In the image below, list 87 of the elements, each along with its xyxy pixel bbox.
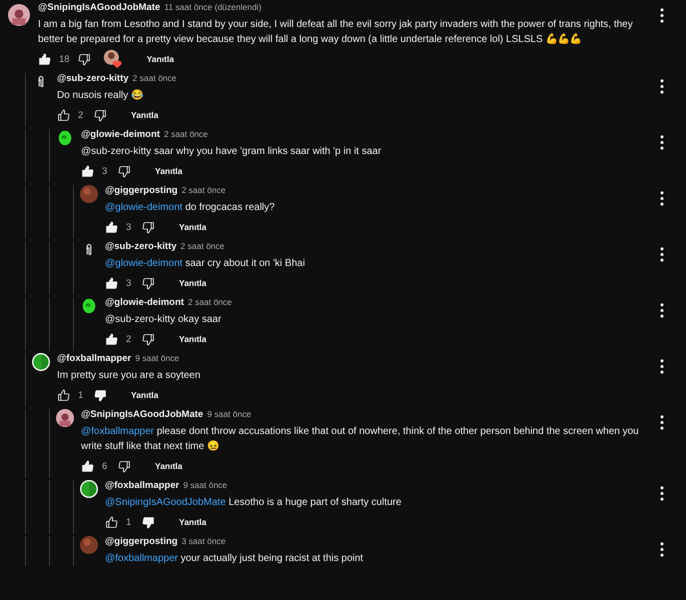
reply-button[interactable]: Yanıtla bbox=[169, 331, 216, 347]
more-menu-icon[interactable] bbox=[660, 247, 664, 262]
avatar[interactable] bbox=[56, 129, 74, 147]
like-icon[interactable] bbox=[105, 276, 118, 290]
more-menu-icon[interactable] bbox=[660, 359, 664, 374]
mention-link[interactable]: @glowie-deimont bbox=[105, 258, 182, 269]
reply-button[interactable]: Yanıtla bbox=[121, 387, 168, 403]
comment-text: Im pretty sure you are a soyteen bbox=[57, 369, 202, 383]
reply-button[interactable]: Yanıtla bbox=[169, 275, 216, 291]
comment-text: @glowie-deimont do frogcacas really? bbox=[105, 201, 276, 215]
dislike-icon[interactable] bbox=[142, 332, 155, 346]
comment-time[interactable]: 2 saat önce bbox=[188, 297, 232, 307]
like-icon[interactable] bbox=[105, 220, 118, 234]
username[interactable]: @glowie-deimont bbox=[105, 297, 184, 308]
like-count: 1 bbox=[78, 390, 84, 400]
reply-button[interactable]: Yanıtla bbox=[136, 51, 184, 67]
more-menu-icon[interactable] bbox=[660, 486, 664, 501]
more-menu-icon[interactable] bbox=[660, 303, 664, 318]
dislike-icon[interactable] bbox=[118, 460, 131, 472]
comment-time[interactable]: 2 saat önce bbox=[180, 241, 224, 251]
like-count: 18 bbox=[59, 54, 70, 64]
comment-text: @SnipingIsAGoodJobMate Lesotho is a huge part of sharty culture bbox=[105, 496, 402, 510]
more-menu-icon[interactable] bbox=[660, 191, 664, 206]
dislike-icon[interactable] bbox=[78, 52, 91, 66]
username[interactable]: @foxballmapper bbox=[105, 480, 180, 491]
avatar[interactable] bbox=[80, 480, 98, 498]
like-count: 6 bbox=[102, 460, 108, 472]
like-count: 3 bbox=[126, 278, 132, 288]
comment-text: I am a big fan from Lesotho and I stand by your side, I will defeat all the evil sorry jak party invaders with the power of trans rights, they better be prepared for a pretty view because they will fall a long way down (a little undertale reference lol) LSLSLS 💪💪💪 bbox=[38, 18, 634, 47]
username[interactable]: @SnipingIsAGoodJobMate bbox=[38, 2, 160, 13]
more-menu-icon[interactable] bbox=[660, 542, 664, 557]
avatar[interactable] bbox=[56, 409, 74, 427]
comment-time[interactable]: 2 saat önce bbox=[182, 185, 226, 195]
reply-button[interactable]: Yanıtla bbox=[145, 458, 192, 474]
username[interactable]: @SnipingIsAGoodJobMate bbox=[81, 409, 204, 420]
like-count: 1 bbox=[126, 516, 132, 528]
like-icon[interactable] bbox=[105, 516, 118, 528]
more-menu-icon[interactable] bbox=[660, 79, 664, 94]
like-icon[interactable] bbox=[81, 164, 94, 178]
mention-link[interactable]: @glowie-deimont bbox=[105, 202, 182, 213]
username[interactable]: @glowie-deimont bbox=[81, 129, 160, 140]
dislike-icon[interactable] bbox=[142, 516, 155, 528]
dislike-icon[interactable] bbox=[94, 108, 107, 122]
more-menu-icon[interactable] bbox=[660, 135, 664, 150]
comment-text: @sub-zero-kitty okay saar bbox=[105, 313, 222, 327]
reply-button[interactable]: Yanıtla bbox=[121, 107, 168, 123]
comment-text: @sub-zero-kitty saar why you have 'gram links saar with 'p in it saar bbox=[81, 145, 382, 159]
reply-button[interactable]: Yanıtla bbox=[145, 163, 192, 179]
comment-time[interactable]: 9 saat önce bbox=[207, 409, 252, 419]
mention-link[interactable]: @foxballmapper bbox=[105, 553, 178, 564]
comment-time[interactable]: 11 saat önce (düzenlendi) bbox=[164, 2, 262, 12]
comment-time[interactable]: 9 saat önce bbox=[135, 353, 180, 363]
like-icon[interactable] bbox=[38, 52, 51, 66]
username[interactable]: @sub-zero-kitty bbox=[105, 241, 177, 252]
like-icon[interactable] bbox=[57, 388, 70, 402]
username[interactable]: @giggerposting bbox=[105, 536, 178, 547]
avatar[interactable] bbox=[80, 297, 98, 315]
comment-text: @glowie-deimont saar cry about it on 'ki Bhai bbox=[105, 257, 306, 271]
comment-time[interactable]: 2 saat önce bbox=[132, 73, 176, 83]
username[interactable]: @sub-zero-kitty bbox=[57, 73, 129, 84]
username[interactable]: @giggerposting bbox=[105, 185, 178, 196]
like-count: 2 bbox=[126, 334, 132, 344]
like-count: 3 bbox=[126, 222, 132, 232]
more-menu-icon[interactable] bbox=[660, 8, 664, 23]
reply-button[interactable]: Yanıtla bbox=[169, 219, 216, 235]
like-count: 3 bbox=[102, 166, 108, 176]
like-icon[interactable] bbox=[81, 460, 94, 472]
comment-text: @foxballmapper your actually just being racist at this point bbox=[105, 552, 364, 566]
dislike-icon[interactable] bbox=[142, 220, 155, 234]
comment-time[interactable]: 9 saat önce bbox=[183, 480, 228, 490]
mention-link[interactable]: @foxballmapper bbox=[81, 426, 154, 437]
dislike-icon[interactable] bbox=[142, 276, 155, 290]
username[interactable]: @foxballmapper bbox=[57, 353, 132, 364]
like-count: 2 bbox=[78, 110, 84, 120]
like-icon[interactable] bbox=[57, 108, 70, 122]
dislike-icon[interactable] bbox=[94, 388, 107, 402]
avatar[interactable] bbox=[8, 4, 30, 26]
more-menu-icon[interactable] bbox=[660, 415, 664, 430]
avatar[interactable] bbox=[32, 353, 50, 371]
reply-button[interactable]: Yanıtla bbox=[169, 514, 216, 530]
like-icon[interactable] bbox=[105, 332, 118, 346]
comment-text: Do nusois really 😂 bbox=[57, 88, 144, 103]
comment-time[interactable]: 2 saat önce bbox=[164, 129, 208, 139]
mention-link[interactable]: @SnipingIsAGoodJobMate bbox=[105, 497, 226, 508]
comment-time[interactable]: 3 saat önce bbox=[182, 536, 226, 546]
dislike-icon[interactable] bbox=[118, 164, 131, 178]
comment-text: @foxballmapper please dont throw accusations like that out of nowhere, think of the other person behind the screen when you write stuff like that next time 😖 bbox=[81, 425, 640, 454]
